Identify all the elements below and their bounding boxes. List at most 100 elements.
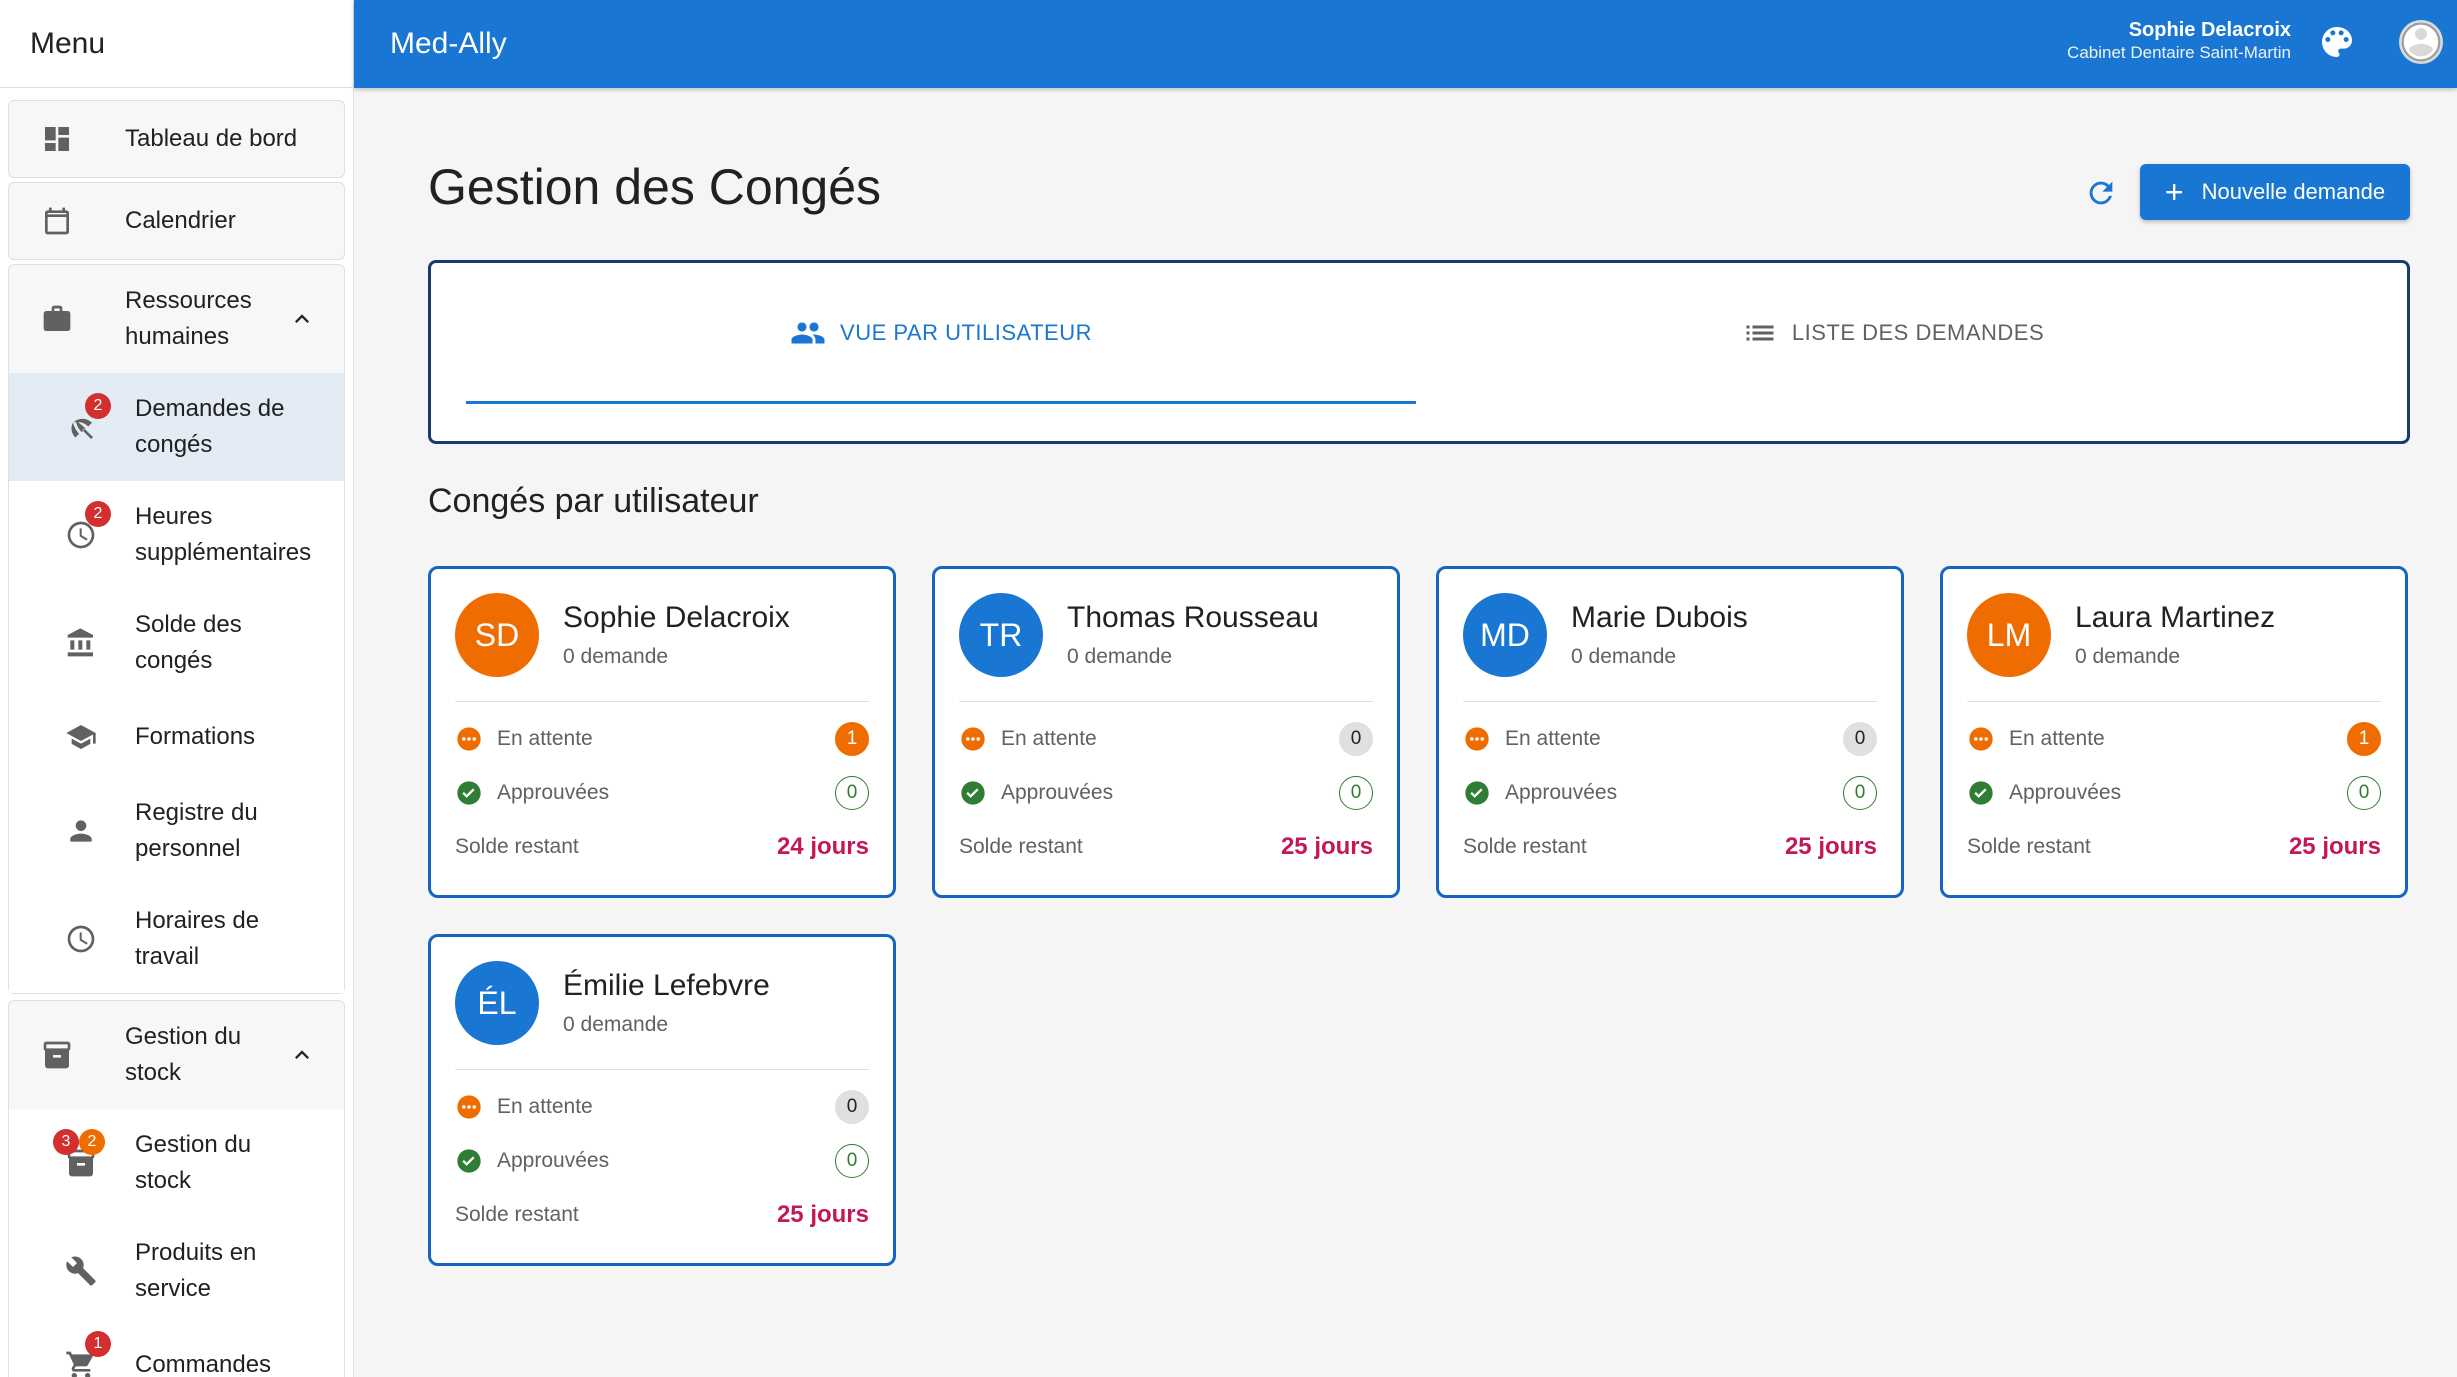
sidebar-item-label: Gestion du stock [135,1131,252,1194]
sidebar-item-staff-register[interactable]: Registre du personnel [9,777,344,885]
user-name: Marie Dubois [1571,601,1748,634]
balance-label: Solde restant [1967,835,2091,858]
user-avatar: SD [455,593,539,677]
user-name: Sophie Delacroix [563,601,790,634]
user-leave-card[interactable]: MD Marie Dubois 0 demande En attente 0 A… [1436,566,1904,898]
pending-icon [1465,727,1489,751]
sidebar-title: Menu [0,0,353,88]
sidebar-item-orders[interactable]: 1 Commandes [9,1325,344,1377]
refresh-icon [2089,181,2113,205]
wrench-icon [61,1251,101,1291]
approved-row: Approuvées 0 [959,773,1373,813]
sidebar-item-label: Gestion du stock [125,1023,242,1086]
balance-label: Solde restant [455,835,579,858]
app-title: Med-Ally [390,27,507,60]
approved-count: 0 [1843,776,1877,810]
graduation-cap-icon [61,717,101,757]
tab-label: LISTE DES DEMANDES [1791,320,2045,345]
dashboard-icon [37,119,77,159]
sidebar-item-label: Demandes de congés [135,395,285,458]
balance-value: 25 jours [1784,833,1877,860]
notification-badge: 2 [85,393,111,419]
pending-icon [1969,727,1993,751]
check-circle-icon [457,1149,481,1173]
user-name: Laura Martinez [2075,601,2276,634]
refresh-button[interactable] [2076,168,2126,218]
tab-label: VUE PAR UTILISATEUR [840,320,1092,345]
sidebar-item-label: Tableau de bord [125,125,298,152]
beach-icon: 2 [61,393,111,447]
sidebar-item-label: Produits en service [135,1239,257,1302]
cart-icon: 1 [61,1331,111,1377]
archive-icon [37,1035,77,1075]
sidebar-item-hr[interactable]: Ressources humaines [9,265,344,373]
account-avatar-icon[interactable] [2397,18,2445,66]
view-tabs: VUE PAR UTILISATEUR LISTE DES DEMANDES [428,260,2410,444]
sidebar-item-stock[interactable]: 3 2 Gestion du stock [9,1109,344,1217]
approved-count: 0 [835,1144,869,1178]
user-info: Sophie Delacroix Cabinet Dentaire Saint-… [2067,18,2291,64]
approved-row: Approuvées 0 [455,773,869,813]
sidebar-item-calendar[interactable]: Calendrier [8,182,345,260]
sidebar-item-leave-requests[interactable]: 2 Demandes de congés [9,373,344,481]
approved-row: Approuvées 0 [1463,773,1877,813]
tab-by-user[interactable]: VUE PAR UTILISATEUR [466,263,1416,403]
notification-badge: 2 [85,501,111,527]
new-request-button[interactable]: + Nouvelle demande [2140,164,2410,220]
sidebar-item-label: Heures supplémentaires [135,503,312,566]
pending-label: En attente [497,1095,593,1118]
balance-label: Solde restant [959,835,1083,858]
user-leave-card[interactable]: TR Thomas Rousseau 0 demande En attente … [932,566,1400,898]
balance-value: 25 jours [2288,833,2381,860]
approved-label: Approuvées [497,1149,610,1172]
sidebar-item-dashboard[interactable]: Tableau de bord [8,100,345,178]
balance-label: Solde restant [455,1203,579,1226]
sidebar-item-overtime[interactable]: 2 Heures supplémentaires [9,481,344,589]
chevron-up-icon[interactable] [288,1041,316,1069]
page-title: Gestion des Congés [428,159,882,215]
user-leave-card[interactable]: LM Laura Martinez 0 demande En attente 1… [1940,566,2408,898]
divider [455,701,869,702]
user-leave-card[interactable]: ÉL Émilie Lefebvre 0 demande En attente … [428,934,896,1266]
sidebar-item-label: Ressources humaines [125,287,252,350]
approved-label: Approuvées [1505,781,1618,804]
approved-label: Approuvées [497,781,610,804]
sidebar-group-stock: Gestion du stock 3 2 Gestion du stock Pr… [8,1000,345,1377]
tab-request-list[interactable]: LISTE DES DEMANDES [1418,263,2368,403]
sidebar-item-trainings[interactable]: Formations [9,697,344,777]
pending-icon [457,1095,481,1119]
pending-row: En attente 0 [455,1087,869,1127]
request-count: 0 demande [1067,645,1173,668]
balance-row: Solde restant 25 jours [1967,827,2381,867]
pending-count: 0 [1843,722,1877,756]
new-request-label: Nouvelle demande [2201,179,2386,204]
list-icon [1746,325,1774,341]
main-content: Gestion des Congés + Nouvelle demande VU… [354,88,2457,1377]
balance-value: 25 jours [1280,833,1373,860]
sidebar-item-products[interactable]: Produits en service [9,1217,344,1325]
divider [1967,701,2381,702]
approved-count: 0 [1339,776,1373,810]
balance-row: Solde restant 25 jours [1463,827,1877,867]
check-circle-icon [1969,781,1993,805]
user-avatar: ÉL [455,961,539,1045]
sidebar-item-stock-group[interactable]: Gestion du stock [9,1001,344,1109]
palette-icon[interactable] [2317,22,2357,62]
sidebar-item-schedules[interactable]: Horaires de travail [9,885,344,993]
people-icon [791,322,825,344]
request-count: 0 demande [2075,645,2181,668]
balance-row: Solde restant 25 jours [959,827,1373,867]
approved-count: 0 [2347,776,2381,810]
sidebar-item-leave-balance[interactable]: Solde des congés [9,589,344,697]
divider [455,1069,869,1070]
approved-label: Approuvées [1001,781,1114,804]
chevron-up-icon[interactable] [288,305,316,333]
approved-row: Approuvées 0 [1967,773,2381,813]
pending-count: 1 [2347,722,2381,756]
pending-label: En attente [2009,727,2105,750]
check-circle-icon [457,781,481,805]
notification-badge: 2 [79,1129,105,1155]
section-title: Congés par utilisateur [428,482,759,520]
sidebar-item-label: Formations [135,723,256,750]
user-leave-card[interactable]: SD Sophie Delacroix 0 demande En attente… [428,566,896,898]
